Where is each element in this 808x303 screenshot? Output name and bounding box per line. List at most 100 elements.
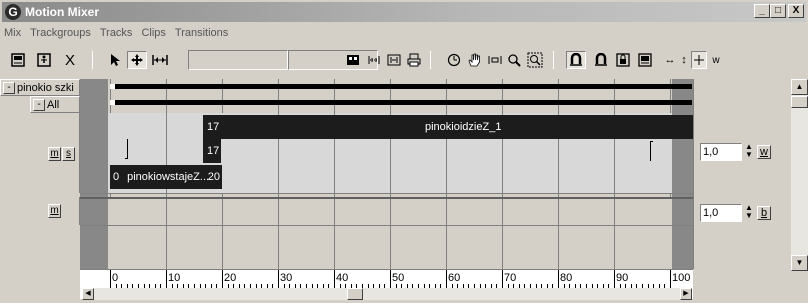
track2-lane (80, 199, 693, 225)
toolbar-separator (92, 51, 93, 69)
ruler-tick-label: 100 (672, 272, 691, 284)
vertical-scrollbar[interactable]: ▲ ▼ (791, 79, 808, 271)
snap-frames-icon[interactable] (566, 51, 586, 69)
track2-controls: m (40, 197, 80, 225)
trackgroup-header[interactable]: - pinokio szki (0, 79, 80, 96)
menu-clips[interactable]: Clips (141, 27, 165, 45)
ruler-tick-label: 10 (168, 272, 181, 284)
fit-range-icon[interactable] (487, 51, 503, 69)
lock-icon[interactable] (614, 51, 632, 69)
toolbar: X ↔ ↕ w (8, 49, 804, 73)
all-group-header[interactable]: - All (30, 96, 80, 113)
horizontal-scrollbar[interactable]: ◀ ▶ (82, 288, 692, 300)
snap-clips-icon[interactable] (592, 51, 610, 69)
ruler-tick-label: 60 (448, 272, 461, 284)
clock-icon[interactable] (446, 51, 462, 69)
pan-icon[interactable] (466, 51, 482, 69)
window-title: Motion Mixer (25, 5, 99, 19)
clip-bracket-left (125, 139, 128, 159)
weight-field[interactable]: 1,0 (700, 204, 742, 222)
zoom-region-icon[interactable] (526, 51, 544, 69)
ruler-tick-label: 90 (616, 272, 629, 284)
vertical-arrows-icon[interactable]: ↕ (679, 51, 689, 69)
empty-lane (80, 225, 693, 269)
collapse-button[interactable]: - (3, 82, 15, 94)
time-warp-icon[interactable] (366, 51, 382, 69)
menu-trackgroups[interactable]: Trackgroups (30, 27, 91, 45)
mixer-area: - pinokio szki - All m s m 17 pinokioidz… (0, 79, 808, 303)
balance-button[interactable]: b (757, 206, 771, 220)
tracks-area[interactable]: 17 pinokioidzieZ_1 17 0 pinokiowstajeZ..… (80, 79, 693, 269)
ruler-tick-label: 0 (112, 272, 119, 284)
scroll-right-arrow[interactable]: ▶ (680, 288, 692, 300)
range-icon[interactable] (386, 51, 402, 69)
menu-bar: Mix Trackgroups Tracks Clips Transitions (4, 27, 228, 45)
ruler-tick-label: 40 (336, 272, 349, 284)
ruler-tick-label: 50 (392, 272, 405, 284)
clip-bracket-right (650, 141, 653, 161)
scroll-up-arrow[interactable]: ▲ (791, 79, 808, 95)
biped-icon[interactable] (36, 51, 52, 69)
clip-name: pinokiowstajeZ... (127, 171, 210, 183)
scroll-left-arrow[interactable]: ◀ (82, 288, 94, 300)
horizontal-scroll-thumb[interactable] (347, 288, 363, 300)
minimize-button[interactable]: _ (754, 4, 770, 18)
scroll-down-arrow[interactable]: ▼ (791, 255, 808, 271)
title-bar[interactable]: G Motion Mixer _ □ X (2, 2, 806, 22)
toolbar-separator (430, 51, 431, 69)
close-button[interactable]: X (788, 4, 804, 18)
move-box-icon[interactable] (691, 51, 707, 69)
weight-spinner[interactable]: ▲ ▼ (744, 143, 754, 161)
weight-spinner[interactable]: ▲ ▼ (744, 204, 754, 222)
clip-end-frame: 20 (207, 171, 220, 183)
weight-field[interactable]: 1,0 (700, 143, 742, 161)
transition-frame: 17 (207, 145, 220, 157)
collapse-button[interactable]: - (33, 99, 45, 111)
menu-mix[interactable]: Mix (4, 27, 21, 45)
time-field-end[interactable] (288, 50, 378, 70)
clip-start-frame: 0 (113, 171, 120, 183)
mute-button[interactable]: m (48, 147, 61, 161)
menu-tracks[interactable]: Tracks (100, 27, 133, 45)
zoom-icon[interactable] (506, 51, 522, 69)
indent-gutter (0, 96, 10, 269)
time-field-start[interactable] (188, 50, 288, 70)
all-group-label: All (47, 99, 60, 111)
all-range-bar (110, 100, 692, 105)
motion-mixer-window: G Motion Mixer _ □ X Mix Trackgroups Tra… (0, 0, 808, 303)
app-icon: G (5, 4, 21, 20)
ruler-tick-label: 30 (280, 272, 293, 284)
weight-curve-button[interactable]: w (757, 145, 771, 159)
vertical-scroll-thumb[interactable] (791, 96, 808, 108)
clip-pinokioidzie[interactable]: 17 pinokioidzieZ_1 (203, 115, 693, 139)
mute-button[interactable]: m (48, 204, 61, 218)
transition-marker[interactable]: 17 (203, 139, 221, 163)
range-marker (110, 100, 115, 105)
mixer-panel-icon[interactable] (10, 51, 26, 69)
horizontal-arrows-icon[interactable]: ↔ (663, 51, 677, 69)
delete-icon[interactable]: X (62, 51, 78, 69)
range-marker (110, 84, 115, 89)
ruler-tick-label: 70 (504, 272, 517, 284)
ruler-tick-label: 20 (224, 272, 237, 284)
move-icon[interactable] (127, 51, 147, 69)
solo-button[interactable]: s (62, 147, 75, 161)
trackgroup-label: pinokio szki (17, 82, 74, 94)
maximize-button[interactable]: □ (770, 4, 786, 18)
reserve-icon[interactable] (636, 51, 654, 69)
layer-icon[interactable] (345, 51, 361, 69)
clip-pinokiowstaje[interactable]: 0 pinokiowstajeZ... 20 (110, 165, 222, 189)
select-icon[interactable] (108, 51, 122, 69)
ruler-tick-label: 80 (560, 272, 573, 284)
weight-column: 1,0 ▲ ▼ w 1,0 ▲ ▼ b (693, 79, 793, 269)
reserve-label: w (712, 54, 720, 66)
clip-name: pinokioidzieZ_1 (425, 121, 502, 133)
print-icon[interactable] (406, 51, 422, 69)
track1-controls: m s (40, 113, 80, 193)
window-controls: _ □ X (754, 4, 804, 18)
clip-start-frame: 17 (207, 121, 220, 133)
toolbar-separator (553, 51, 554, 69)
menu-transitions[interactable]: Transitions (175, 27, 228, 45)
scale-icon[interactable] (151, 51, 169, 69)
trackgroup-range-bar (110, 84, 692, 89)
